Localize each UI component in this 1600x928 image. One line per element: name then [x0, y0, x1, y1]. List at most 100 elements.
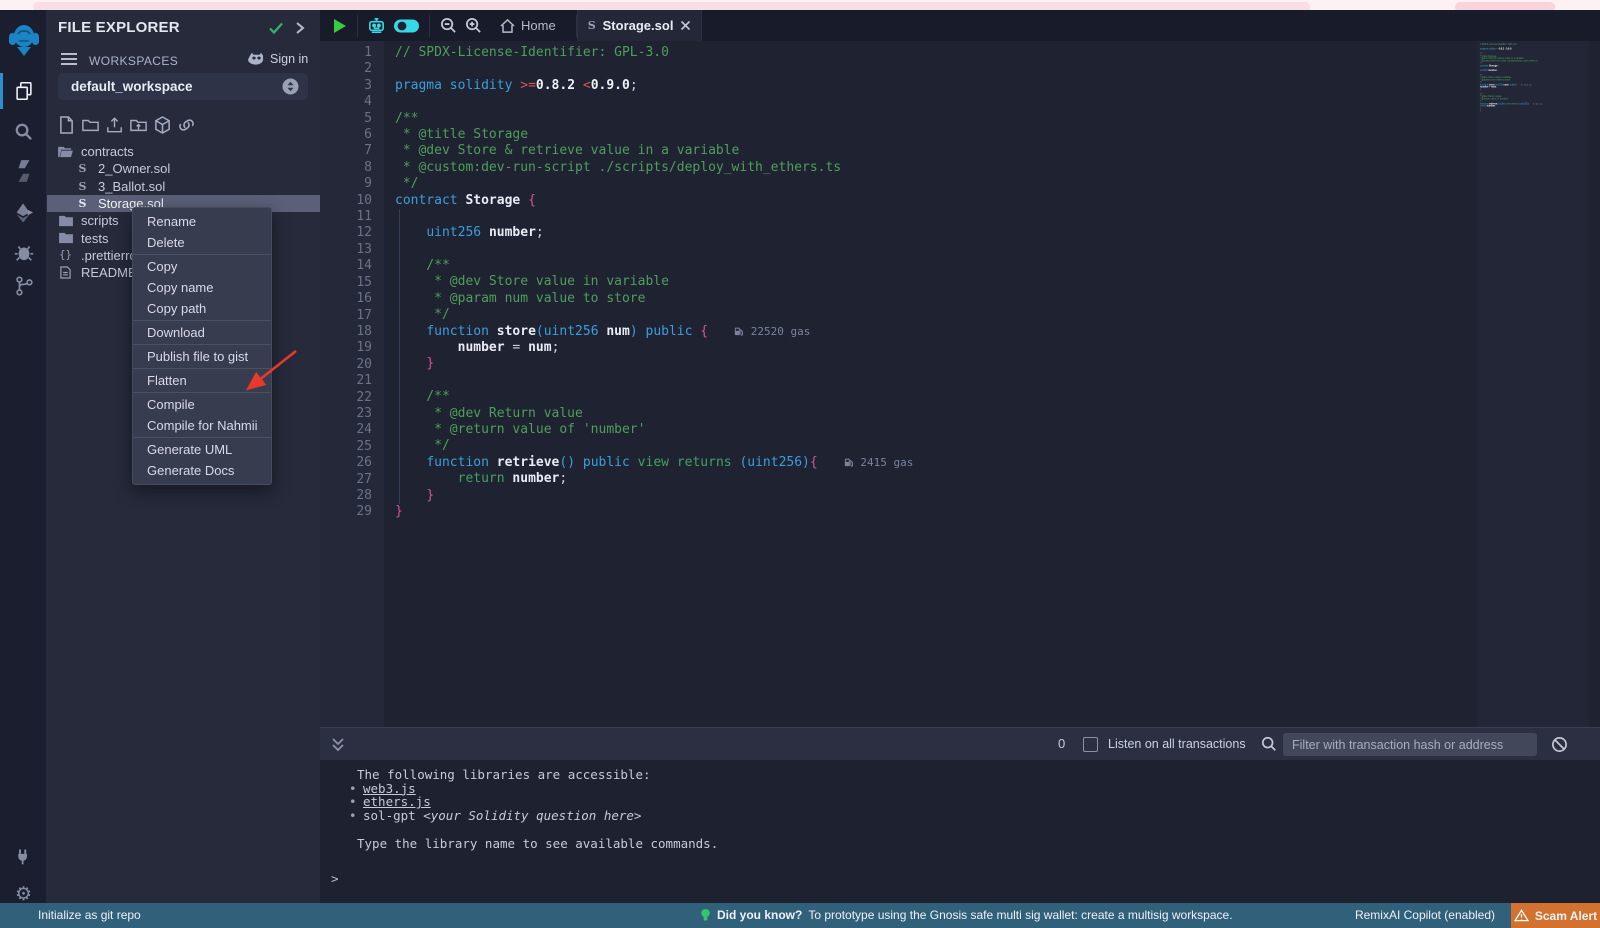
code-line-21[interactable]	[395, 373, 913, 389]
code-line-7[interactable]: * @dev Store & retrieve value in a varia…	[395, 143, 913, 159]
file-tree-item-3_Ballot.sol[interactable]: S3_Ballot.sol	[47, 178, 320, 195]
sidebar-item-git[interactable]	[0, 268, 47, 304]
workspace-select[interactable]: default_workspace	[58, 73, 308, 100]
line-number-19[interactable]: 19	[320, 340, 372, 356]
code-line-1[interactable]: // SPDX-License-Identifier: GPL-3.0	[395, 45, 913, 61]
line-number-16[interactable]: 16	[320, 291, 372, 307]
line-number-28[interactable]: 28	[320, 488, 372, 504]
remixai-assistant-button[interactable]	[367, 16, 386, 35]
context-menu-item-rename[interactable]: Rename	[133, 211, 271, 232]
code-line-4[interactable]	[395, 94, 913, 110]
transaction-filter-input[interactable]	[1283, 733, 1537, 756]
line-number-23[interactable]: 23	[320, 406, 372, 422]
code-line-20[interactable]: }	[395, 356, 913, 372]
terminal-collapse-button[interactable]	[331, 737, 345, 757]
code-line-15[interactable]: * @dev Store value in variable	[395, 274, 913, 290]
context-menu-item-generate-docs[interactable]: Generate Docs	[133, 460, 271, 481]
line-number-12[interactable]: 12	[320, 225, 372, 241]
code-line-5[interactable]: /**	[395, 111, 913, 127]
code-line-23[interactable]: * @dev Return value	[395, 406, 913, 422]
new-file-button[interactable]	[58, 116, 75, 134]
line-number-10[interactable]: 10	[320, 193, 372, 209]
line-number-11[interactable]: 11	[320, 209, 372, 225]
code-line-24[interactable]: * @return value of 'number'	[395, 422, 913, 438]
scam-alert-button[interactable]: Scam Alert	[1511, 903, 1600, 928]
sidebar-item-plugin-manager[interactable]	[0, 838, 47, 874]
line-number-17[interactable]: 17	[320, 308, 372, 324]
sidebar-item-debugger[interactable]	[0, 234, 47, 270]
close-tab-icon[interactable]	[680, 20, 691, 31]
code-line-13[interactable]	[395, 242, 913, 258]
code-line-14[interactable]: /**	[395, 258, 913, 274]
line-number-13[interactable]: 13	[320, 242, 372, 258]
code-line-27[interactable]: return number;	[395, 471, 913, 487]
code-line-10[interactable]: contract Storage {	[395, 193, 913, 209]
zoom-in-button[interactable]	[465, 17, 482, 34]
context-menu-item-copy-path[interactable]: Copy path	[133, 298, 271, 319]
terminal-prompt[interactable]: >	[331, 872, 1600, 886]
file-tree-item-2_Owner.sol[interactable]: S2_Owner.sol	[47, 160, 320, 177]
code-line-22[interactable]: /**	[395, 389, 913, 405]
code-line-17[interactable]: */	[395, 307, 913, 323]
code-line-3[interactable]: pragma solidity >=0.8.2 <0.9.0;	[395, 78, 913, 94]
listen-all-transactions-checkbox[interactable]	[1083, 737, 1098, 752]
file-tree-item-contracts[interactable]: contracts	[47, 143, 320, 160]
code-line-29[interactable]: }	[1480, 110, 1589, 112]
line-number-1[interactable]: 1	[320, 45, 372, 61]
editor-gutter[interactable]: 1234567891011121314151617181920212223242…	[320, 45, 372, 521]
line-number-20[interactable]: 20	[320, 357, 372, 373]
code-line-26[interactable]: function retrieve() public view returns …	[395, 455, 913, 471]
ethersjs-link[interactable]: ethers.js	[363, 795, 431, 809]
code-line-28[interactable]: }	[395, 488, 913, 504]
run-script-button[interactable]	[332, 18, 347, 34]
code-line-6[interactable]: * @title Storage	[395, 127, 913, 143]
line-number-6[interactable]: 6	[320, 127, 372, 143]
code-line-18[interactable]: function store(uint256 num) public { 225…	[395, 324, 913, 340]
load-from-url-button[interactable]	[178, 116, 195, 134]
web3js-link[interactable]: web3.js	[363, 782, 416, 796]
sidebar-item-search[interactable]	[0, 113, 47, 149]
line-number-9[interactable]: 9	[320, 176, 372, 192]
minimap[interactable]: // SPDX-License-Identifier: GPL-3.0pragm…	[1477, 41, 1589, 727]
code-lines[interactable]: // SPDX-License-Identifier: GPL-3.0 pragm…	[395, 45, 913, 520]
ai-copilot-toggle[interactable]	[393, 18, 420, 34]
workspaces-menu-icon[interactable]	[60, 52, 78, 71]
terminal[interactable]: The following libraries are accessible: …	[320, 760, 1600, 903]
new-folder-button[interactable]	[82, 116, 99, 134]
code-line-29[interactable]: }	[395, 504, 913, 520]
line-number-26[interactable]: 26	[320, 455, 372, 471]
context-menu-item-copy[interactable]: Copy	[133, 256, 271, 277]
code-line-11[interactable]	[395, 209, 913, 225]
code-line-12[interactable]: uint256 number;	[395, 225, 913, 241]
line-number-14[interactable]: 14	[320, 258, 372, 274]
line-number-15[interactable]: 15	[320, 275, 372, 291]
terminal-search-icon[interactable]	[1261, 736, 1277, 757]
context-menu-item-compile-for-nahmii[interactable]: Compile for Nahmii	[133, 415, 271, 436]
code-editor[interactable]: 1234567891011121314151617181920212223242…	[320, 41, 1600, 727]
panel-chevron-icon[interactable]	[294, 21, 306, 40]
line-number-3[interactable]: 3	[320, 78, 372, 94]
code-line-8[interactable]: * @custom:dev-run-script ./scripts/deplo…	[395, 160, 913, 176]
code-line-25[interactable]: */	[395, 438, 913, 454]
context-menu-item-delete[interactable]: Delete	[133, 232, 271, 253]
code-line-2[interactable]	[395, 61, 913, 77]
line-number-27[interactable]: 27	[320, 472, 372, 488]
context-menu-item-generate-uml[interactable]: Generate UML	[133, 439, 271, 460]
context-menu-item-copy-name[interactable]: Copy name	[133, 277, 271, 298]
line-number-4[interactable]: 4	[320, 94, 372, 110]
line-number-22[interactable]: 22	[320, 390, 372, 406]
code-line-16[interactable]: * @param num value to store	[395, 291, 913, 307]
sidebar-item-deploy-and-run[interactable]	[0, 194, 47, 230]
check-icon[interactable]	[268, 21, 284, 40]
code-line-9[interactable]: */	[395, 176, 913, 192]
clear-terminal-icon[interactable]	[1551, 736, 1568, 758]
line-number-5[interactable]: 5	[320, 111, 372, 127]
sign-in-button[interactable]: Sign in	[248, 51, 308, 66]
upload-file-button[interactable]	[106, 116, 123, 134]
copilot-status[interactable]: RemixAI Copilot (enabled)	[1355, 908, 1495, 922]
line-number-8[interactable]: 8	[320, 160, 372, 176]
line-number-18[interactable]: 18	[320, 324, 372, 340]
remix-logo[interactable]	[0, 18, 47, 60]
sidebar-item-solidity-compiler[interactable]	[0, 153, 47, 189]
context-menu-item-download[interactable]: Download	[133, 322, 271, 343]
